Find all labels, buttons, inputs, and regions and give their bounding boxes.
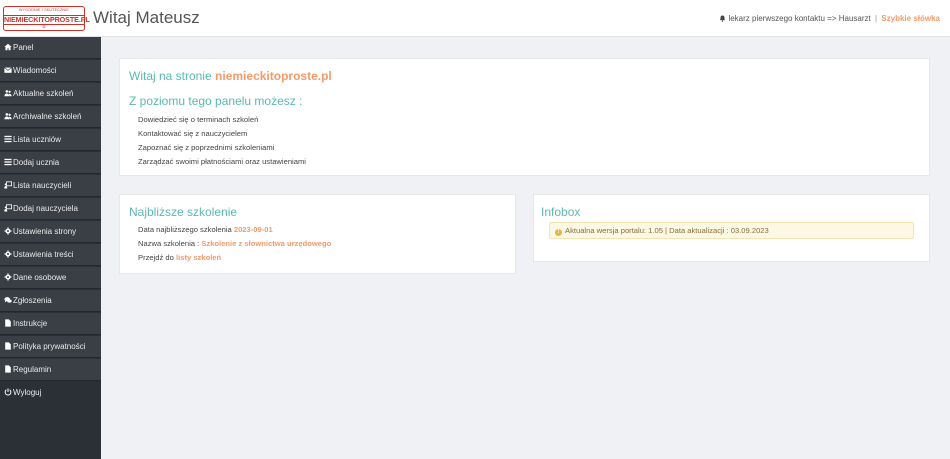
- envelope-icon: [4, 67, 12, 73]
- welcome-heading: Witaj Mateusz: [93, 8, 200, 27]
- welcome-site-name: niemieckitoproste.pl: [215, 69, 332, 83]
- bell-icon: [719, 15, 726, 22]
- sidebar-item-privacy-policy[interactable]: Polityka prywatności: [0, 336, 101, 358]
- sidebar: Panel Wiadomości Aktualne szkoleń Archiw…: [0, 37, 101, 459]
- users-icon: [4, 113, 12, 120]
- gear-icon: [4, 227, 12, 235]
- sidebar-item-label: Ustawienia strony: [13, 227, 77, 236]
- list-item: Dowiedzieć się o terminach szkoleń: [138, 115, 259, 124]
- quick-word-bar: lekarz pierwszego kontaktu => Hausarzt |…: [719, 14, 940, 23]
- training-name-value: Szkolenie z słownictwa urzędowego: [201, 239, 332, 248]
- sidebar-item-current-trainings[interactable]: Aktualne szkoleń: [0, 83, 101, 105]
- sidebar-item-label: Polityka prywatności: [13, 342, 86, 351]
- training-date-value: 2023-09-01: [233, 225, 273, 234]
- sidebar-item-label: Zgłoszenia: [13, 296, 52, 305]
- sidebar-item-personal-data[interactable]: Dane osobowe: [0, 267, 101, 289]
- training-name-row: Nazwa szkolenia : Szkolenie z słownictwa…: [138, 239, 331, 248]
- sidebar-item-label: Lista uczniów: [13, 135, 62, 144]
- power-icon: [4, 388, 12, 396]
- next-training-panel: Najbliższe szkolenie Data najbliższego s…: [119, 194, 516, 274]
- infobox-panel: Infobox ! Aktualna wersja portalu: 1.05 |…: [533, 194, 930, 262]
- training-date-label: Data najbliższego szkolenia: [138, 225, 232, 234]
- sidebar-item-instructions[interactable]: Instrukcje: [0, 313, 101, 335]
- sidebar-item-label: Wiadomości: [13, 66, 57, 75]
- version-alert: ! Aktualna wersja portalu: 1.05 | Data ak…: [549, 222, 914, 239]
- sidebar-item-label: Lista nauczycieli: [13, 181, 72, 190]
- welcome-panel: Witaj na stronie niemieckitoproste.pl Z …: [119, 58, 930, 176]
- sidebar-item-add-student[interactable]: Dodaj ucznia: [0, 152, 101, 174]
- list-icon: [4, 158, 12, 166]
- sidebar-item-label: Instrukcje: [13, 319, 48, 328]
- sidebar-item-content-settings[interactable]: Ustawienia treści: [0, 244, 101, 266]
- file-icon: [5, 342, 11, 350]
- training-name-label: Nazwa szkolenia :: [138, 239, 200, 248]
- sidebar-item-logout[interactable]: Wyloguj: [0, 382, 101, 404]
- list-item: Kontaktować się z nauczycielem: [138, 129, 248, 138]
- sidebar-item-label: Panel: [13, 43, 34, 52]
- word-of-day: lekarz pierwszego kontaktu => Hausarzt: [728, 14, 871, 23]
- sidebar-item-terms[interactable]: Regulamin: [0, 359, 101, 381]
- sidebar-item-label: Dodaj ucznia: [13, 158, 60, 167]
- training-goto-row: Przejdź do listy szkoleń: [138, 253, 221, 262]
- gear-icon: [4, 273, 12, 281]
- sidebar-item-reports[interactable]: Zgłoszenia: [0, 290, 101, 312]
- sidebar-item-label: Wyloguj: [13, 388, 42, 397]
- infobox-title: Infobox: [541, 205, 581, 219]
- training-goto-label: Przejdź do: [138, 253, 174, 262]
- file-icon: [5, 365, 11, 373]
- version-alert-text: Aktualna wersja portalu: 1.05 | Data akt…: [565, 226, 769, 235]
- file-icon: [5, 319, 11, 327]
- list-icon: [4, 135, 12, 143]
- quick-words-link[interactable]: Szybkie słówka: [881, 14, 940, 23]
- trainings-list-link[interactable]: listy szkoleń: [176, 253, 221, 262]
- home-icon: [4, 43, 12, 51]
- sidebar-item-label: Aktualne szkoleń: [13, 89, 74, 98]
- site-logo[interactable]: WYGODNIE I SKUTECZNIE NIEMIECKITOPROSTE.…: [3, 6, 90, 31]
- sidebar-item-label: Archiwalne szkoleń: [13, 112, 82, 121]
- welcome-title-prefix: Witaj na stronie: [129, 69, 212, 83]
- gear-icon: [4, 250, 12, 258]
- welcome-panel-subtitle: Z poziomu tego panelu możesz :: [129, 94, 303, 108]
- sidebar-item-archived-trainings[interactable]: Archiwalne szkoleń: [0, 106, 101, 128]
- users-icon: [4, 90, 12, 97]
- teacher-icon: [4, 181, 12, 189]
- logo-tagline: WYGODNIE I SKUTECZNIE: [19, 8, 69, 12]
- sidebar-item-teachers-list[interactable]: Lista nauczycieli: [0, 175, 101, 197]
- sidebar-item-students-list[interactable]: Lista uczniów: [0, 129, 101, 151]
- sidebar-item-panel[interactable]: Panel: [0, 37, 101, 59]
- sidebar-item-messages[interactable]: Wiadomości: [0, 60, 101, 82]
- sidebar-item-label: Dane osobowe: [13, 273, 67, 282]
- sidebar-item-label: Regulamin: [13, 365, 52, 374]
- top-bar: WYGODNIE I SKUTECZNIE NIEMIECKITOPROSTE.…: [0, 0, 950, 37]
- training-date-row: Data najbliższego szkolenia 2023-09-01: [138, 225, 273, 234]
- welcome-panel-title: Witaj na stronie niemieckitoproste.pl: [129, 69, 332, 83]
- logo-mark: ②: [41, 24, 47, 30]
- info-icon: !: [555, 229, 562, 236]
- next-training-title: Najbliższe szkolenie: [129, 205, 238, 219]
- list-item: Zapoznać się z poprzednimi szkoleniami: [138, 143, 275, 152]
- sidebar-item-add-teacher[interactable]: Dodaj nauczyciela: [0, 198, 101, 220]
- teacher-icon: [4, 204, 12, 212]
- list-item: Zarządzać swoimi płatnościami oraz ustaw…: [138, 157, 306, 166]
- sidebar-item-label: Dodaj nauczyciela: [13, 204, 78, 213]
- comments-icon: [4, 297, 12, 303]
- separator: |: [874, 14, 878, 23]
- sidebar-item-label: Ustawienia treści: [13, 250, 74, 259]
- sidebar-item-site-settings[interactable]: Ustawienia strony: [0, 221, 101, 243]
